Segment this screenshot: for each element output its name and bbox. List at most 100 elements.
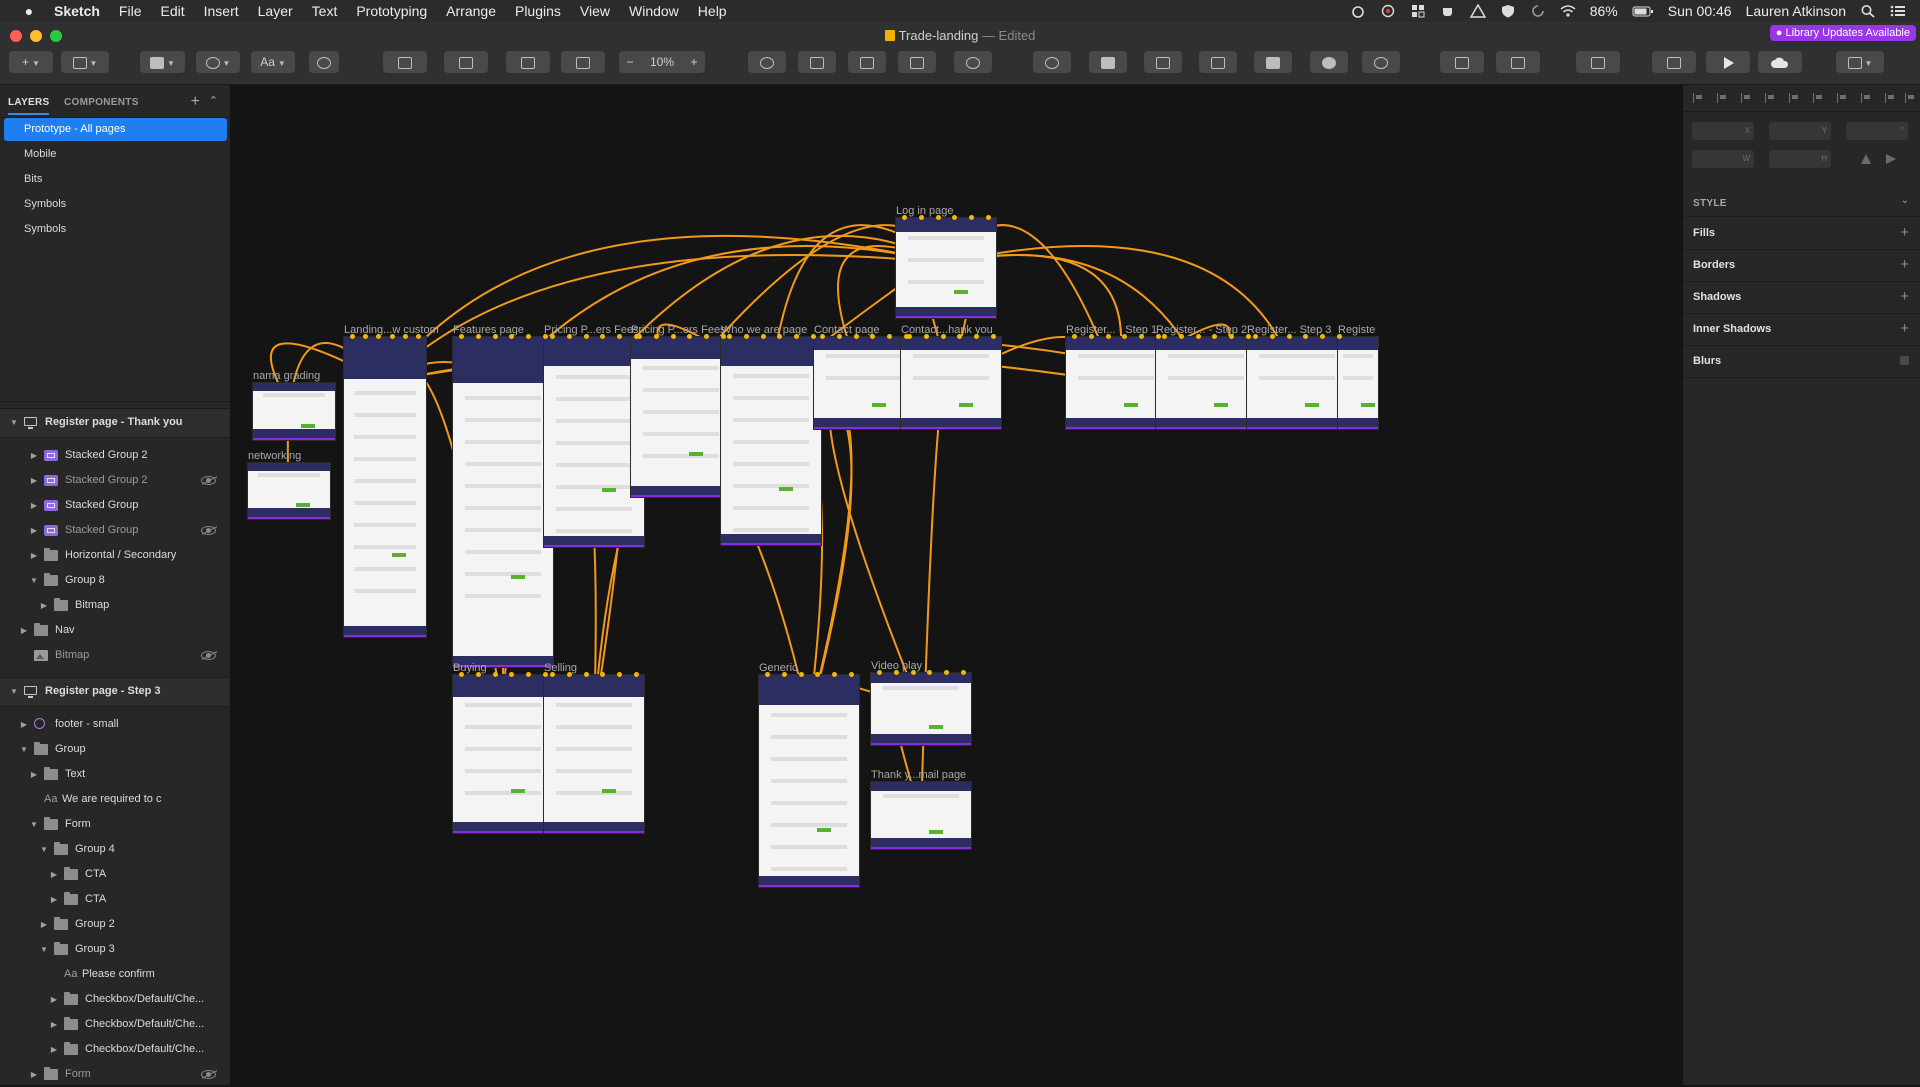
menu-plugins[interactable]: Plugins [515, 3, 561, 19]
hotspot-marker[interactable] [1088, 334, 1094, 339]
disclosure-collapsed-icon[interactable]: ▶ [30, 543, 38, 568]
layer-row[interactable]: Bitmap [0, 643, 230, 668]
disclosure-expanded-icon[interactable]: ▼ [40, 837, 48, 862]
page-symbols[interactable]: Symbols [4, 193, 227, 216]
layer-row[interactable]: ▶ Nav [0, 618, 230, 643]
disclosure-collapsed-icon[interactable]: ▶ [50, 1012, 58, 1037]
align-right-icon[interactable] [1741, 93, 1751, 103]
artboard-thumbnail[interactable] [901, 337, 1001, 429]
hotspot-marker[interactable] [1337, 334, 1342, 339]
union-button[interactable] [1089, 51, 1127, 73]
hidden-eye-icon[interactable] [201, 1070, 216, 1079]
sync-status-icon[interactable] [1380, 4, 1396, 18]
transform-button[interactable] [798, 51, 836, 73]
hotspot-marker[interactable] [849, 672, 854, 677]
app-menu[interactable]: Sketch [54, 3, 100, 19]
intersect-button[interactable] [1199, 51, 1237, 73]
hotspot-marker[interactable] [1246, 334, 1251, 339]
width-field[interactable]: W [1692, 150, 1754, 168]
rotate-copies-button[interactable] [848, 51, 886, 73]
zoom-in-button[interactable]: + [683, 51, 705, 73]
hotspot-marker[interactable] [853, 334, 859, 339]
hotspot-marker[interactable] [475, 334, 481, 339]
menu-insert[interactable]: Insert [204, 3, 239, 19]
hotspot-marker[interactable] [416, 334, 421, 339]
smart-distribute-icon[interactable] [1905, 93, 1915, 103]
tab-layers[interactable]: LAYERS [8, 97, 50, 115]
layer-row[interactable]: ▶ CTA [0, 887, 230, 912]
hotspot-marker[interactable] [670, 334, 676, 339]
hotspot-marker[interactable] [634, 672, 639, 677]
disclosure-expanded-icon[interactable]: ▼ [10, 679, 18, 704]
layer-row[interactable]: ▼ Group 3 [0, 937, 230, 962]
group-button[interactable] [506, 51, 550, 73]
cloud-share-button[interactable] [1758, 51, 1802, 73]
hotspot-marker[interactable] [893, 670, 899, 675]
hotspot-marker[interactable] [1269, 334, 1275, 339]
align-top-button[interactable] [1496, 51, 1540, 73]
height-field[interactable]: H [1769, 150, 1831, 168]
canvas[interactable]: Log in page nama grading networking Landing… [231, 85, 1681, 1085]
artboard-thumbnail[interactable] [896, 218, 996, 318]
hotspot-marker[interactable] [991, 334, 996, 339]
layer-row[interactable]: Aa Please confirm [0, 962, 230, 987]
layer-row[interactable]: ▶ footer - small [0, 712, 230, 737]
style-header[interactable]: STYLE ⌄ [1683, 188, 1920, 217]
artboard-label[interactable]: Buying [453, 662, 487, 674]
hotspot-marker[interactable] [1286, 334, 1292, 339]
hidden-eye-icon[interactable] [201, 651, 216, 660]
layer-row[interactable]: ▶ Stacked Group 2 [0, 443, 230, 468]
hotspot-marker[interactable] [902, 215, 907, 220]
hotspot-marker[interactable] [765, 672, 770, 677]
blurs-section[interactable]: Blurs [1683, 345, 1920, 378]
collapse-chevron-icon[interactable]: ⌃ [209, 94, 218, 107]
hotspot-marker[interactable] [550, 334, 555, 339]
zoom-out-button[interactable]: − [619, 51, 641, 73]
hotspot-marker[interactable] [918, 215, 924, 220]
user-name[interactable]: Lauren Atkinson [1746, 3, 1846, 19]
menu-file[interactable]: File [119, 3, 142, 19]
add-inner-shadow-icon[interactable]: + [1900, 320, 1909, 337]
ungroup-button[interactable] [561, 51, 605, 73]
artboard-thumbnail[interactable] [248, 463, 330, 519]
disclosure-collapsed-icon[interactable]: ▶ [50, 862, 58, 887]
view-button[interactable]: ▼ [1836, 51, 1884, 73]
page-bits[interactable]: Bits [4, 168, 227, 191]
layer-row[interactable]: ▼ Group [0, 737, 230, 762]
hotspot-marker[interactable] [798, 672, 804, 677]
zoom-control[interactable]: − 10% + [619, 51, 705, 73]
disclosure-collapsed-icon[interactable]: ▶ [50, 887, 58, 912]
disclosure-expanded-icon[interactable]: ▼ [30, 568, 38, 593]
artboard-label[interactable]: Pricing P...ers Fees [544, 324, 639, 336]
hotspot-marker[interactable] [1072, 334, 1077, 339]
hotspot-marker[interactable] [935, 215, 941, 220]
artboard-label[interactable]: Contact...hank you [901, 324, 993, 336]
menu-window[interactable]: Window [629, 3, 679, 19]
hidden-eye-icon[interactable] [201, 526, 216, 535]
sync-button[interactable] [309, 51, 339, 73]
hotspot-marker[interactable] [961, 670, 966, 675]
forward-button[interactable] [383, 51, 427, 73]
hotspot-marker[interactable] [743, 334, 749, 339]
menu-edit[interactable]: Edit [160, 3, 184, 19]
hotspot-marker[interactable] [583, 672, 589, 677]
zoom-level[interactable]: 10% [650, 55, 674, 69]
hotspot-marker[interactable] [820, 334, 825, 339]
tidy-icon[interactable] [1885, 93, 1895, 103]
disclosure-collapsed-icon[interactable]: ▶ [50, 987, 58, 1012]
hotspot-marker[interactable] [492, 334, 498, 339]
disclosure-expanded-icon[interactable]: ▼ [40, 937, 48, 962]
add-border-icon[interactable]: + [1900, 256, 1909, 273]
artboard-label[interactable]: Registe [1338, 324, 1375, 336]
hotspot-marker[interactable] [459, 334, 464, 339]
disclosure-collapsed-icon[interactable]: ▶ [30, 1062, 38, 1087]
inner-shadows-section[interactable]: Inner Shadows + [1683, 313, 1920, 346]
hotspot-marker[interactable] [721, 334, 726, 339]
pages-layers-divider[interactable] [0, 401, 230, 402]
borders-section[interactable]: Borders + [1683, 249, 1920, 282]
hotspot-marker[interactable] [350, 334, 355, 339]
artboard-thumbnail[interactable] [721, 337, 821, 545]
library-updates-badge[interactable]: ● Library Updates Available [1769, 25, 1916, 41]
artboard-thumbnail[interactable] [344, 337, 426, 637]
disclosure-collapsed-icon[interactable]: ▶ [30, 443, 38, 468]
